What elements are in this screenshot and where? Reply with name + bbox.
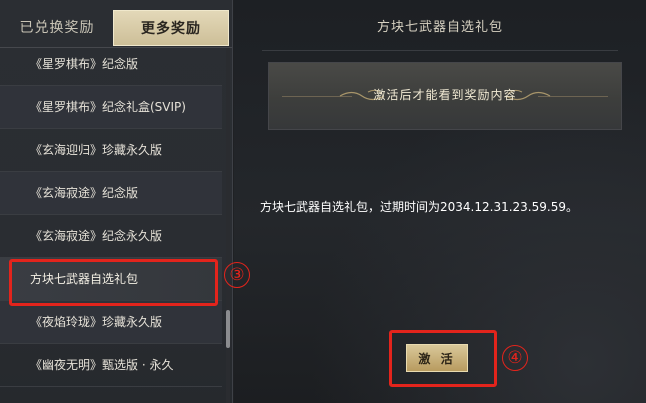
list-item[interactable]: 《星罗棋布》纪念版 bbox=[0, 43, 222, 86]
tab-more-rewards[interactable]: 更多奖励 bbox=[113, 10, 229, 46]
notice-banner: 激活后才能看到奖励内容 bbox=[268, 62, 622, 130]
title-divider bbox=[262, 50, 618, 51]
list-item[interactable]: 《玄海寂途》纪念永久版 bbox=[0, 215, 222, 258]
list-item[interactable]: 《夜焰玲珑》珍藏永久版 bbox=[0, 301, 222, 344]
step-3-callout: ③ bbox=[224, 262, 250, 288]
tab-redeemed-rewards[interactable]: 已兑换奖励 bbox=[8, 10, 106, 46]
list-item[interactable]: 《玄海迎归》珍藏永久版 bbox=[0, 129, 222, 172]
step-4-callout: ④ bbox=[502, 345, 528, 371]
reward-list-panel: 已兑换奖励 更多奖励 《星罗棋布》纪念版 《星罗棋布》纪念礼盒(SVIP) 《玄… bbox=[0, 0, 233, 403]
reward-list: 《星罗棋布》纪念版 《星罗棋布》纪念礼盒(SVIP) 《玄海迎归》珍藏永久版 《… bbox=[0, 48, 228, 403]
list-item[interactable]: 《玄海寂途》纪念版 bbox=[0, 172, 222, 215]
notice-text: 激活后才能看到奖励内容 bbox=[373, 88, 517, 102]
scrollbar-thumb[interactable] bbox=[226, 310, 230, 348]
expiry-description: 方块七武器自选礼包，过期时间为2034.12.31.23.59.59。 bbox=[260, 200, 578, 214]
tab-bar: 已兑换奖励 更多奖励 bbox=[0, 0, 232, 48]
annotation-highlight-box bbox=[9, 259, 218, 306]
list-item[interactable]: 《星罗棋布》纪念礼盒(SVIP) bbox=[0, 86, 222, 129]
detail-title: 方块七武器自选礼包 bbox=[376, 20, 503, 35]
list-item[interactable]: 《幽夜无明》甄选版 · 永久 bbox=[0, 344, 222, 387]
annotation-highlight-box bbox=[389, 330, 497, 387]
scrollbar[interactable] bbox=[226, 48, 230, 403]
